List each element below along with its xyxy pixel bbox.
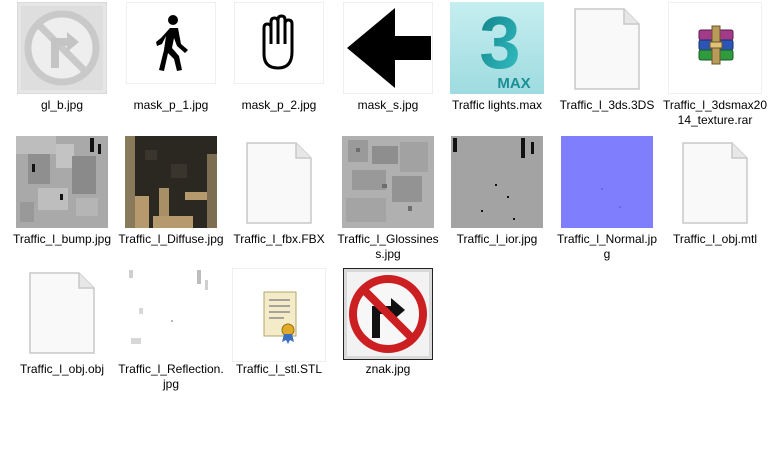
file-name: Traffic_l_Diffuse.jpg [118,232,224,246]
max-icon-text: MAX [497,75,530,92]
file-item-mask-p-1[interactable]: mask_p_1.jpg [117,0,225,120]
file-name: Traffic_l_3ds.3DS [559,98,655,112]
file-name: Traffic_l_3dsmax2014_texture.rar [662,98,768,127]
normal-map-thumbnail [561,136,653,228]
svg-text:3: 3 [479,2,520,84]
file-name: Traffic_l_Glossiness.jpg [337,232,439,261]
file-item-traffic-l-obj-mtl[interactable]: Traffic_l_obj.mtl [661,134,769,264]
certificate-icon [232,268,326,362]
winrar-archive-icon [668,2,762,94]
file-item-gl-b[interactable]: gl_b.jpg [8,0,116,120]
file-item-traffic-l-bump[interactable]: Traffic_l_bump.jpg [8,134,116,264]
file-item-traffic-l-3ds[interactable]: Traffic_l_3ds.3DS [553,0,661,120]
diffuse-texture-thumbnail [125,136,217,228]
blank-file-icon [572,6,642,92]
file-item-traffic-l-ior[interactable]: Traffic_l_ior.jpg [443,134,551,264]
file-item-traffic-l-normal[interactable]: Traffic_l_Normal.jpg [553,134,661,264]
blank-file-icon [244,140,314,226]
file-item-znak[interactable]: znak.jpg [334,266,442,396]
no-right-turn-sign-thumbnail [343,268,433,360]
file-item-traffic-l-glossiness[interactable]: Traffic_l_Glossiness.jpg [334,134,442,264]
file-name: Traffic_l_Reflection.jpg [118,362,224,391]
blank-file-icon [27,270,97,356]
file-name: Traffic_l_stl.STL [235,362,323,376]
pedestrian-icon [126,2,216,84]
file-name: Traffic_l_Normal.jpg [556,232,658,261]
bump-texture-thumbnail [16,136,108,228]
reflection-texture-thumbnail [125,268,217,360]
file-name: mask_p_2.jpg [241,98,317,112]
file-item-traffic-lights-max[interactable]: 3 MAX Traffic lights.max [443,0,551,120]
file-item-traffic-l-obj-obj[interactable]: Traffic_l_obj.obj [8,266,116,396]
file-item-traffic-l-fbx[interactable]: Traffic_l_fbx.FBX [225,134,333,264]
file-item-traffic-l-reflection[interactable]: Traffic_l_Reflection.jpg [117,266,225,396]
file-name: gl_b.jpg [40,98,84,112]
file-name: mask_s.jpg [357,98,419,112]
file-name: znak.jpg [365,362,411,376]
3dsmax-icon: 3 MAX [450,2,544,94]
file-name: Traffic lights.max [451,98,543,112]
file-name: Traffic_l_obj.mtl [672,232,758,246]
file-item-mask-p-2[interactable]: mask_p_2.jpg [225,0,333,120]
file-name: Traffic_l_bump.jpg [12,232,112,246]
file-name: Traffic_l_obj.obj [19,362,105,376]
glossiness-texture-thumbnail [342,136,434,228]
hand-icon [234,2,324,84]
file-item-traffic-l-diffuse[interactable]: Traffic_l_Diffuse.jpg [117,134,225,264]
no-right-turn-sign-faded-thumbnail [17,2,107,94]
file-name: mask_p_1.jpg [133,98,209,112]
file-item-mask-s[interactable]: mask_s.jpg [334,0,442,120]
blank-file-icon [680,140,750,226]
file-name: Traffic_l_fbx.FBX [233,232,325,246]
arrow-left-icon [343,2,433,94]
file-name: Traffic_l_ior.jpg [456,232,538,246]
file-item-traffic-l-stl[interactable]: Traffic_l_stl.STL [225,266,333,396]
file-item-texture-rar[interactable]: Traffic_l_3dsmax2014_texture.rar [661,0,769,127]
ior-texture-thumbnail [451,136,543,228]
